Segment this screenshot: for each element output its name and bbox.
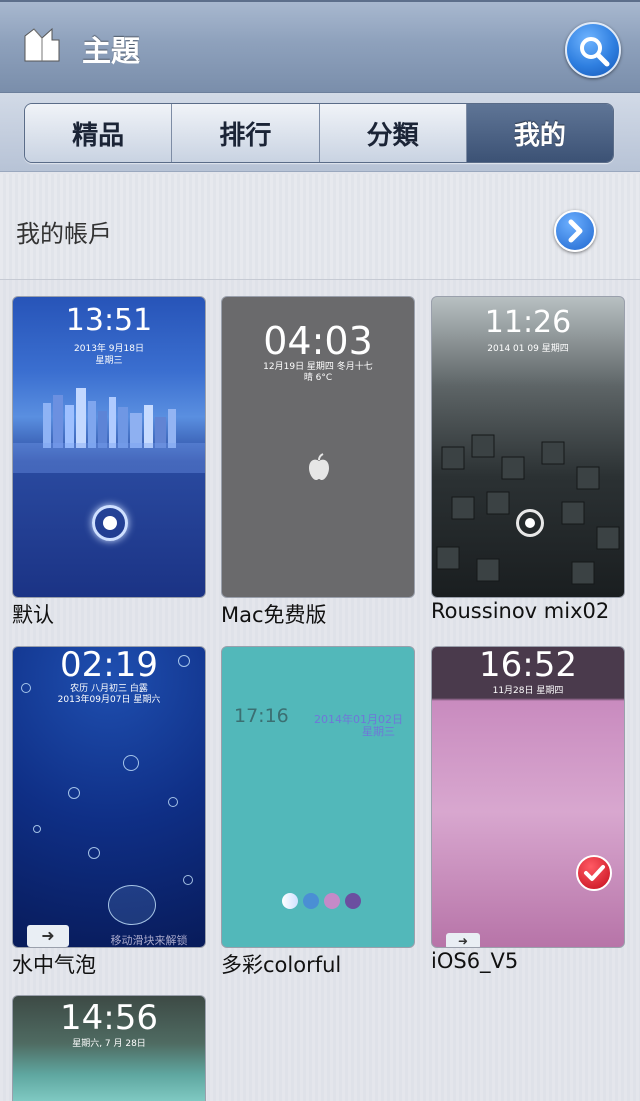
segmented-control: 精品 排行 分類 我的	[24, 103, 614, 163]
theme-name: iOS6_V5	[431, 949, 519, 973]
lock-time: 11:26	[484, 305, 572, 340]
lock-time: 16:52	[479, 646, 577, 685]
lock-weather: 晴 6°C	[303, 373, 333, 383]
theme-name: Mac免费版	[221, 603, 327, 627]
theme-name: Roussinov mix02	[431, 599, 610, 623]
my-account-label: 我的帳戶	[16, 220, 112, 248]
theme-card-mac[interactable]: 04:03 12月19日 星期四 冬月十七 晴 6°C Mac免费版	[221, 296, 415, 629]
theme-name: 水中气泡	[12, 953, 96, 977]
slider-arrow-icon: ➜	[446, 933, 480, 947]
lock-time: 14:56	[60, 998, 158, 1038]
theme-card-roussinov[interactable]: 11:26 2014 01 09 星期四 Roussinov mix02	[431, 296, 625, 623]
theme-card-colorful[interactable]: 17:16 2014年01月02日 星期三 多彩colorful	[221, 646, 415, 979]
tab-ranking[interactable]: 排行	[172, 104, 320, 162]
tab-featured[interactable]: 精品	[25, 104, 173, 162]
tab-mine[interactable]: 我的	[466, 104, 613, 162]
city-skyline-image	[13, 388, 205, 473]
selected-check-icon	[576, 855, 612, 891]
lock-time: 17:16	[234, 705, 289, 727]
apple-icon	[309, 453, 329, 480]
theme-thumbnail: 02:19 农历 八月初三 白露 2013年09月07日 星期六 ➜ 移动滑块来…	[12, 646, 206, 948]
tab-categories[interactable]: 分類	[319, 104, 467, 162]
theme-thumbnail: 11:26 2014 01 09 星期四	[431, 296, 625, 598]
theme-thumbnail: 17:16 2014年01月02日 星期三	[221, 646, 415, 948]
lock-time: 02:19	[60, 646, 158, 685]
lock-weekday: 星期三	[362, 725, 395, 738]
lock-time: 04:03	[263, 319, 373, 363]
lock-weekday: 星期三	[95, 356, 123, 366]
lock-date: 星期六, 7 月 28日	[72, 1039, 146, 1049]
app-header: 主題	[0, 0, 640, 92]
my-account-row[interactable]: 我的帳戶	[0, 174, 640, 280]
theme-name: 多彩colorful	[221, 953, 342, 977]
chevron-right-icon[interactable]	[554, 210, 596, 252]
search-button[interactable]	[565, 22, 621, 78]
page-title: 主題	[82, 34, 141, 68]
theme-thumbnail: 14:56 星期六, 7 月 28日	[12, 995, 206, 1101]
tab-bar: 精品 排行 分類 我的	[0, 92, 640, 172]
book-icon	[24, 27, 60, 62]
theme-card-seaside[interactable]: 14:56 星期六, 7 月 28日	[12, 995, 206, 1101]
theme-card-bubbles[interactable]: 02:19 农历 八月初三 白露 2013年09月07日 星期六 ➜ 移动滑块来…	[12, 646, 206, 979]
slide-to-unlock-text: 移动滑块来解锁	[110, 934, 188, 947]
lock-time: 13:51	[65, 303, 153, 338]
theme-thumbnail: 13:51 2013年 9月18日 星期三	[12, 296, 206, 598]
lock-weekday: 2013年09月07日 星期六	[57, 695, 161, 705]
lock-date: 11月28日 星期四	[492, 686, 564, 696]
theme-thumbnail: 16:52 11月28日 星期四 ➜	[431, 646, 625, 948]
theme-name: 默认	[12, 603, 54, 627]
theme-thumbnail: 04:03 12月19日 星期四 冬月十七 晴 6°C	[221, 296, 415, 598]
lock-date: 2014 01 09 星期四	[487, 344, 569, 354]
search-icon	[580, 37, 610, 67]
theme-grid: 13:51 2013年 9月18日 星期三 默认 04:03 12月19日 星期…	[0, 280, 640, 1101]
theme-card-ios6[interactable]: 16:52 11月28日 星期四 ➜ iOS6_V5	[431, 646, 625, 973]
theme-card-default[interactable]: 13:51 2013年 9月18日 星期三 默认	[12, 296, 206, 629]
